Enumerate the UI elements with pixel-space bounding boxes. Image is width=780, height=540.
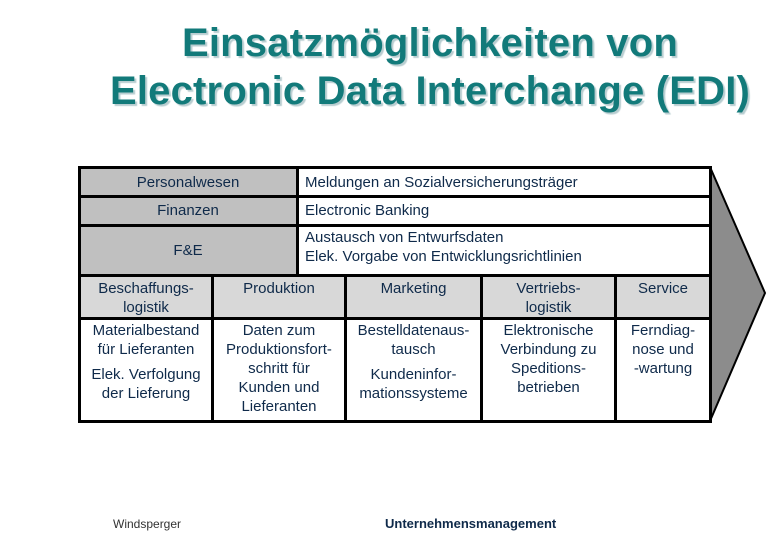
support-use-fe: Austausch von Entwurfsdaten Elek. Vorgab… bbox=[297, 225, 710, 275]
primary-use-line: Ferndiag- bbox=[630, 322, 696, 339]
primary-use-line: Kunden und bbox=[238, 379, 320, 396]
primary-header-line: Marketing bbox=[380, 280, 447, 297]
primary-header-line: Vertriebs- bbox=[516, 280, 581, 297]
primary-use-line: der Lieferung bbox=[101, 385, 191, 402]
column-divider bbox=[480, 274, 483, 423]
row-divider bbox=[78, 195, 712, 198]
primary-use-line: mationssysteme bbox=[359, 385, 468, 402]
table-border-right bbox=[709, 166, 712, 423]
support-label-finanzen: Finanzen bbox=[79, 196, 297, 225]
primary-header: Produktion bbox=[213, 276, 345, 318]
column-divider bbox=[614, 274, 617, 423]
primary-use-line: Materialbestand bbox=[92, 322, 200, 339]
footer-topic: Unternehmensmanagement bbox=[385, 516, 557, 531]
support-use-text: Austausch von Entwurfsdaten bbox=[305, 229, 504, 246]
support-use-text: Meldungen an Sozialversicherungsträger bbox=[305, 173, 578, 191]
column-divider bbox=[211, 274, 214, 423]
footer-author: Windsperger bbox=[113, 517, 182, 531]
primary-use-line: Speditions- bbox=[510, 360, 587, 377]
primary-use-line: für Lieferanten bbox=[97, 341, 195, 358]
primary-header-line: logistik bbox=[525, 299, 572, 316]
support-divider bbox=[296, 166, 299, 276]
primary-uses: Elektronische Verbindung zu Speditions-bet… bbox=[482, 319, 615, 421]
primary-use-line: Produktionsfort- bbox=[226, 341, 332, 358]
primary-use-line: Lieferanten bbox=[241, 398, 317, 415]
primary-use-line: tausch bbox=[391, 341, 436, 358]
row-divider bbox=[78, 224, 712, 227]
primary-use-line: Kundeninfor- bbox=[370, 366, 457, 383]
table-border-top bbox=[78, 166, 712, 169]
primary-uses: Materialbestand für Lieferanten Elek. Verf… bbox=[80, 319, 212, 421]
support-label-text: F&E bbox=[173, 241, 203, 259]
primary-header-line: Service bbox=[637, 280, 689, 297]
primary-header-line: logistik bbox=[123, 299, 169, 316]
support-label-text: Finanzen bbox=[157, 202, 219, 219]
support-label-fe: F&E bbox=[79, 225, 297, 275]
arrow-head-shape bbox=[709, 166, 767, 422]
support-use-text: Electronic Banking bbox=[305, 202, 430, 219]
support-use-text: Elek. Vorgabe von Entwicklungsrichtlinie… bbox=[305, 248, 582, 265]
primary-header-line: Beschaffungs- bbox=[98, 280, 194, 297]
support-use-finanzen: Electronic Banking bbox=[297, 196, 710, 225]
primary-uses: Bestelldatenaus-tausch Kundeninfor-mation… bbox=[346, 319, 481, 421]
primary-use-line: Bestelldatenaus- bbox=[357, 322, 470, 339]
primary-use-line: betrieben bbox=[517, 379, 580, 396]
primary-use-line: schritt für bbox=[248, 360, 310, 377]
primary-use-line: Daten zum bbox=[242, 322, 316, 339]
primary-use-line: Elektronische bbox=[503, 322, 594, 339]
primary-header: Vertriebs-logistik bbox=[482, 276, 615, 318]
primary-header: Service bbox=[616, 276, 710, 318]
support-use-personalwesen: Meldungen an Sozialversicherungsträger bbox=[297, 168, 710, 196]
primary-header-line: Produktion bbox=[243, 280, 315, 297]
primary-uses: Daten zum Produktionsfort-schritt für Kund… bbox=[213, 319, 345, 421]
primary-use-line: Verbindung zu bbox=[500, 341, 597, 358]
primary-use-line: Elek. Verfolgung bbox=[91, 366, 201, 383]
table-border-left bbox=[78, 166, 81, 423]
support-label-text: Personalwesen bbox=[136, 173, 240, 191]
support-label-personalwesen: Personalwesen bbox=[79, 168, 297, 196]
primary-use-line: nose und bbox=[632, 341, 694, 358]
primary-use-line: -wartung bbox=[633, 360, 693, 377]
primary-uses: Ferndiag-nose und -wartung bbox=[616, 319, 710, 421]
column-divider bbox=[344, 274, 347, 423]
primary-header: Beschaffungs-logistik bbox=[80, 276, 212, 318]
primary-header: Marketing bbox=[346, 276, 481, 318]
